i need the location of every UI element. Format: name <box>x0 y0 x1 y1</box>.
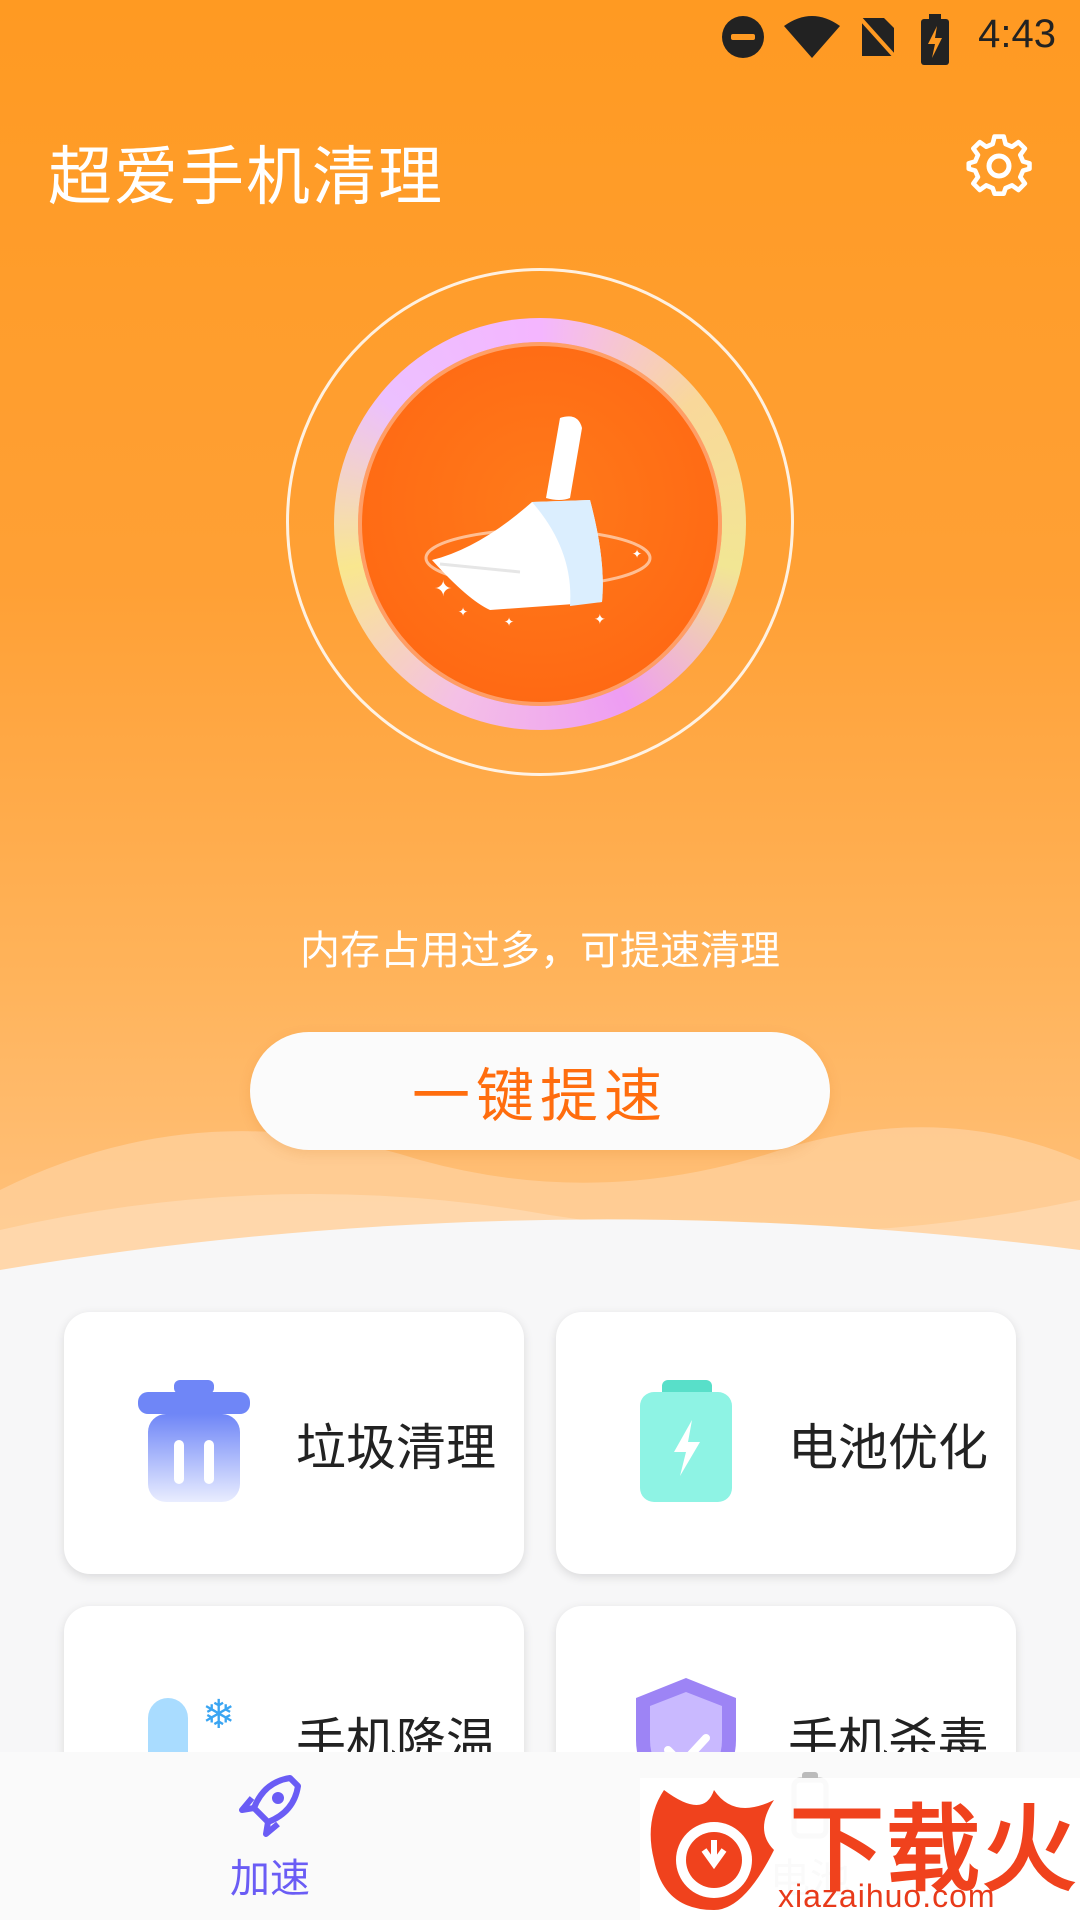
svg-text:✦: ✦ <box>434 577 452 602</box>
one-tap-boost-button[interactable]: 一键提速 <box>250 1032 830 1150</box>
status-time: 4:43 <box>978 12 1056 56</box>
flame-logo-icon <box>650 1790 774 1910</box>
feature-card-battery-optimize[interactable]: 电池优化 <box>556 1312 1016 1574</box>
watermark-url: xiazaihuo.com <box>778 1878 996 1914</box>
broom-icon: ✦ ✦ ✦ ✦ ✦ <box>424 416 652 629</box>
app-title: 超爱手机清理 <box>48 141 444 215</box>
tab-label: 加速 <box>230 1856 310 1902</box>
memory-hint-text: 内存占用过多，可提速清理 <box>300 928 780 974</box>
trash-icon <box>138 1380 250 1502</box>
card-label: 电池优化 <box>788 1419 988 1477</box>
settings-gear-icon[interactable] <box>966 132 1032 198</box>
tab-boost[interactable]: 加速 <box>0 1752 540 1920</box>
watermark: 下载火 xiazaihuo.com <box>640 1778 1080 1920</box>
do-not-disturb-icon <box>722 16 764 58</box>
svg-text:✦: ✦ <box>458 605 468 619</box>
rocket-icon <box>239 1775 301 1837</box>
svg-text:❄: ❄ <box>202 1692 236 1738</box>
battery-charging-icon <box>921 14 949 65</box>
wifi-icon <box>784 16 840 58</box>
feature-card-junk-clean[interactable]: 垃圾清理 <box>64 1312 524 1574</box>
battery-icon <box>640 1380 732 1502</box>
no-sim-icon <box>858 16 898 60</box>
status-bar: 4:43 <box>0 0 1080 76</box>
svg-text:✦: ✦ <box>594 612 606 628</box>
svg-text:✦: ✦ <box>632 547 642 561</box>
svg-text:✦: ✦ <box>504 615 514 629</box>
card-label: 垃圾清理 <box>296 1419 496 1477</box>
